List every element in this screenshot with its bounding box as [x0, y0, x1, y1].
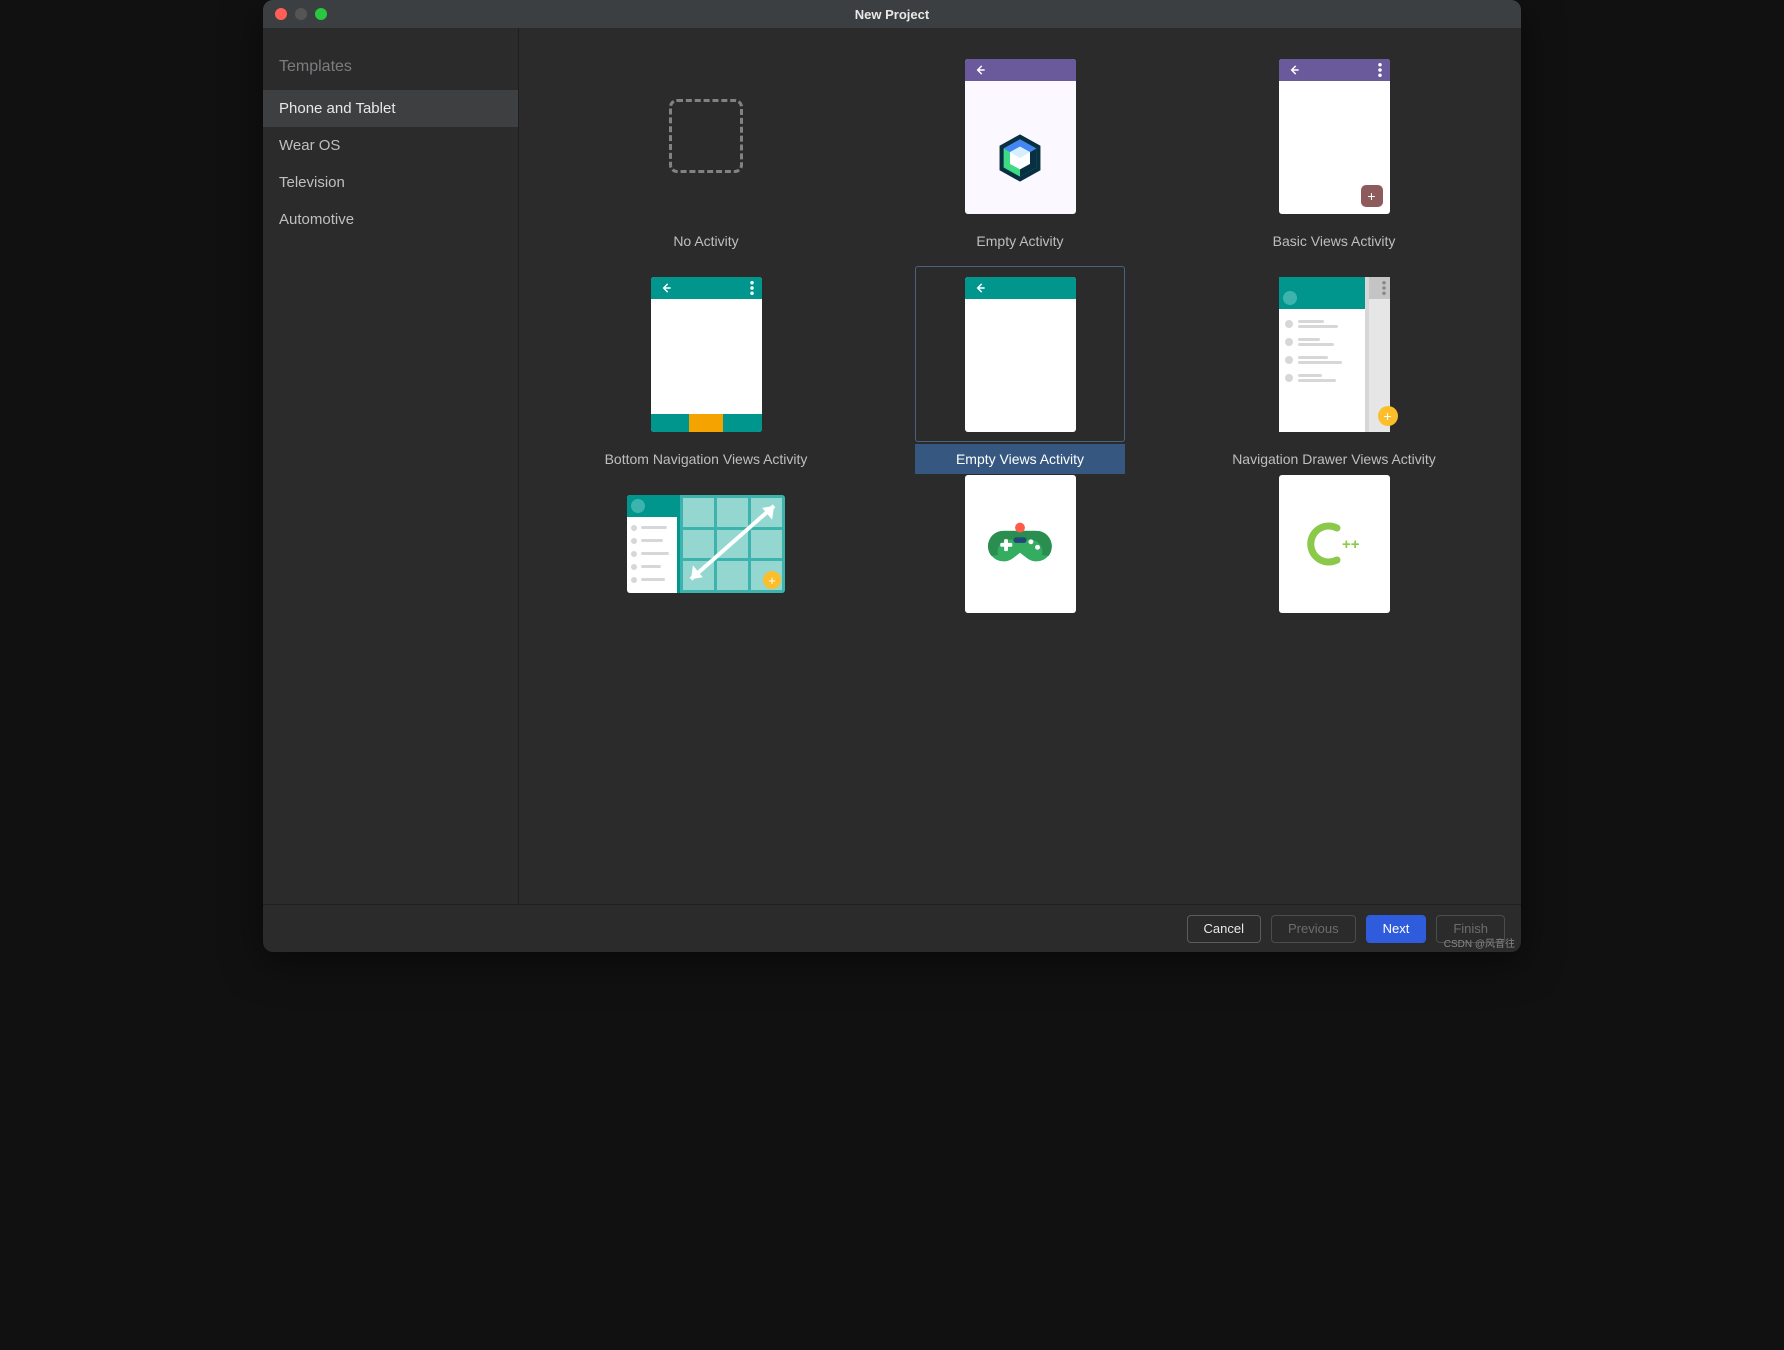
sidebar-item-automotive[interactable]: Automotive [263, 201, 518, 238]
sidebar-item-wear-os[interactable]: Wear OS [263, 127, 518, 164]
jetpack-compose-icon [996, 133, 1044, 183]
template-basic-views-activity[interactable]: + Basic Views Activity [1229, 48, 1439, 256]
minimize-window-button[interactable] [295, 8, 307, 20]
template-label: Navigation Drawer Views Activity [1229, 444, 1439, 474]
template-label: Empty Activity [915, 226, 1125, 256]
back-arrow-icon [973, 63, 987, 77]
dialog-footer: Cancel Previous Next Finish [263, 904, 1521, 952]
overflow-menu-icon [750, 281, 754, 295]
new-project-window: New Project Templates Phone and Tablet W… [263, 0, 1521, 952]
template-label: Basic Views Activity [1229, 226, 1439, 256]
template-grid: No Activity [549, 48, 1491, 604]
gamepad-icon [987, 521, 1053, 567]
template-responsive-views-activity[interactable]: + [601, 484, 811, 604]
templates-sidebar: Templates Phone and Tablet Wear OS Telev… [263, 28, 519, 904]
back-arrow-icon [1287, 63, 1301, 77]
template-label: Bottom Navigation Views Activity [601, 444, 811, 474]
previous-button: Previous [1271, 915, 1356, 943]
overflow-menu-icon [1382, 281, 1386, 295]
window-title: New Project [263, 7, 1521, 22]
template-label: No Activity [601, 226, 811, 256]
template-label: Empty Views Activity [915, 444, 1125, 474]
watermark: CSDN @风音往 [1444, 935, 1515, 950]
template-empty-activity[interactable]: Empty Activity [915, 48, 1125, 256]
bottom-nav-bar-icon [651, 414, 762, 432]
template-empty-views-activity[interactable]: Empty Views Activity [915, 266, 1125, 474]
fab-icon: + [1361, 185, 1383, 207]
back-arrow-icon [659, 281, 673, 295]
template-gallery: No Activity [519, 28, 1521, 904]
nav-drawer-icon: + [1279, 277, 1390, 432]
next-button[interactable]: Next [1366, 915, 1427, 943]
titlebar: New Project [263, 0, 1521, 28]
back-arrow-icon [973, 281, 987, 295]
traffic-lights [263, 8, 327, 20]
close-window-button[interactable] [275, 8, 287, 20]
svg-text:++: ++ [1342, 536, 1360, 553]
no-activity-icon [669, 99, 743, 173]
cancel-button[interactable]: Cancel [1187, 915, 1261, 943]
zoom-window-button[interactable] [315, 8, 327, 20]
template-no-activity[interactable]: No Activity [601, 48, 811, 256]
sidebar-heading: Templates [263, 46, 518, 90]
template-native-cpp[interactable]: ++ [1229, 484, 1439, 604]
dialog-body: Templates Phone and Tablet Wear OS Telev… [263, 28, 1521, 904]
sidebar-item-phone-tablet[interactable]: Phone and Tablet [263, 90, 518, 127]
sidebar-item-television[interactable]: Television [263, 164, 518, 201]
overflow-menu-icon [1378, 63, 1382, 77]
template-navigation-drawer-views-activity[interactable]: + Navigation Drawer Views Activity [1229, 266, 1439, 474]
responsive-layout-icon: + [627, 495, 785, 593]
template-game-activity[interactable] [915, 484, 1125, 604]
cpp-icon: ++ [1299, 518, 1369, 570]
template-bottom-navigation-views-activity[interactable]: Bottom Navigation Views Activity [601, 266, 811, 474]
